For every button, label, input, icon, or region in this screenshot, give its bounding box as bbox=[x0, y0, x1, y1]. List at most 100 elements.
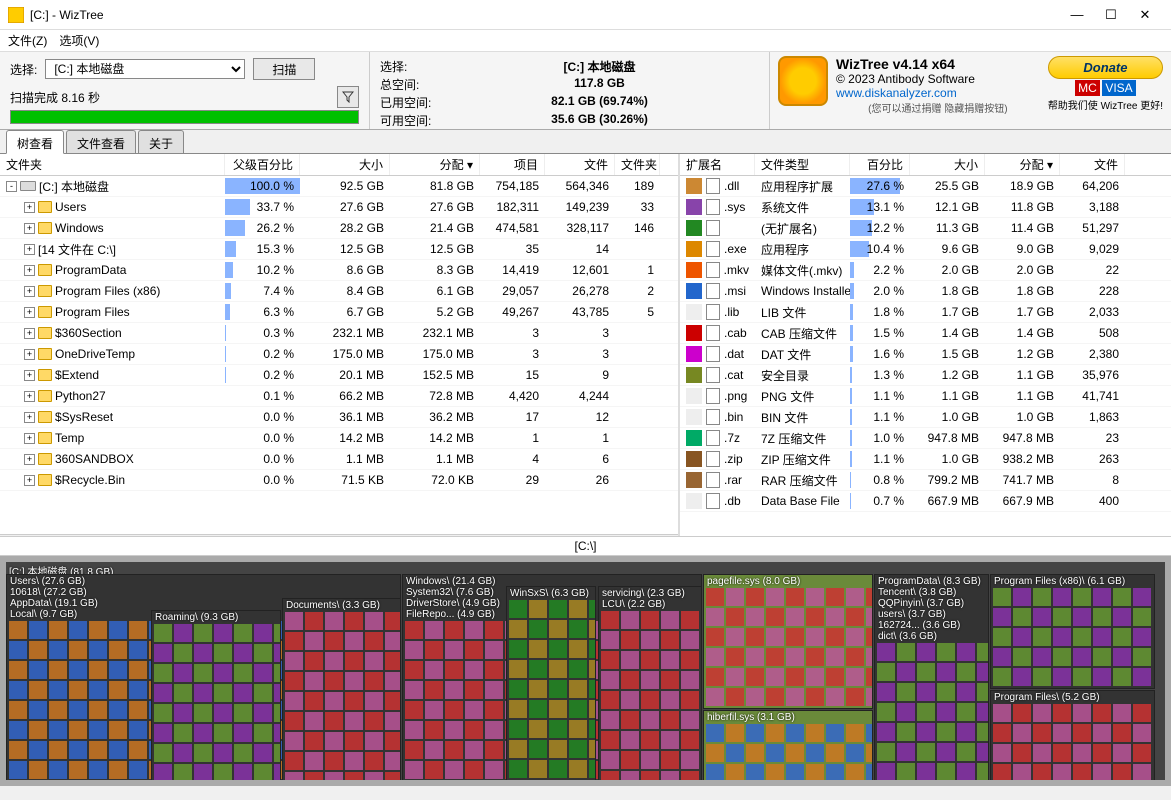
table-row[interactable]: .pngPNG 文件1.1 %1.1 GB1.1 GB41,741 bbox=[680, 386, 1171, 407]
table-row[interactable]: +Windows26.2 %28.2 GB21.4 GB474,581328,1… bbox=[0, 218, 678, 239]
tree-expander[interactable]: + bbox=[24, 307, 35, 318]
table-row[interactable]: (无扩展名)12.2 %11.3 GB11.4 GB51,297 bbox=[680, 218, 1171, 239]
table-row[interactable]: .zipZIP 压缩文件1.1 %1.0 GB938.2 MB263 bbox=[680, 449, 1171, 470]
table-row[interactable]: +Users33.7 %27.6 GB27.6 GB182,311149,239… bbox=[0, 197, 678, 218]
treemap[interactable]: [C:] 本地磁盘 (81.8 GB) Users\ (27.6 GB)1061… bbox=[0, 556, 1171, 786]
cell-files: 35,976 bbox=[1060, 367, 1125, 383]
tree-expander[interactable]: + bbox=[24, 349, 35, 360]
col-ext-files[interactable]: 文件 bbox=[1060, 154, 1125, 175]
table-row[interactable]: .dll应用程序扩展27.6 %25.5 GB18.9 GB64,206 bbox=[680, 176, 1171, 197]
tab-file-view[interactable]: 文件查看 bbox=[66, 130, 136, 153]
extension-panel: 扩展名 文件类型 百分比 大小 分配 ▾ 文件 .dll应用程序扩展27.6 %… bbox=[680, 154, 1171, 536]
website-link[interactable]: www.diskanalyzer.com bbox=[836, 86, 1040, 100]
col-files[interactable]: 文件 bbox=[545, 154, 615, 175]
maximize-button[interactable]: ☐ bbox=[1103, 7, 1119, 23]
tree-expander[interactable]: + bbox=[24, 265, 35, 276]
tree-expander[interactable]: + bbox=[24, 433, 35, 444]
col-ext-pct[interactable]: 百分比 bbox=[850, 154, 910, 175]
ext-name: .cat bbox=[724, 368, 743, 382]
close-button[interactable]: ✕ bbox=[1137, 7, 1153, 23]
cell-files: 149,239 bbox=[545, 199, 615, 215]
col-type[interactable]: 文件类型 bbox=[755, 154, 850, 175]
donate-button[interactable]: Donate bbox=[1048, 56, 1163, 79]
percent-bar: 1.0 % bbox=[850, 430, 910, 446]
col-ext-alloc[interactable]: 分配 ▾ bbox=[985, 154, 1060, 175]
cell-size: 1.7 GB bbox=[910, 304, 985, 320]
treemap-block[interactable]: Program Files (x86)\ (6.1 GB) bbox=[990, 574, 1155, 689]
table-row[interactable]: +$360Section0.3 %232.1 MB232.1 MB33 bbox=[0, 323, 678, 344]
tree-expander[interactable]: + bbox=[24, 223, 35, 234]
col-percent[interactable]: 父级百分比 bbox=[225, 154, 300, 175]
treemap-block[interactable]: ProgramData\ (8.3 GB)Tencent\ (3.8 GB)QQ… bbox=[874, 574, 989, 786]
tree-expander[interactable]: + bbox=[24, 202, 35, 213]
table-row[interactable]: +$Recycle.Bin0.0 %71.5 KB72.0 KB2926 bbox=[0, 470, 678, 491]
table-row[interactable]: .binBIN 文件1.1 %1.0 GB1.0 GB1,863 bbox=[680, 407, 1171, 428]
table-row[interactable]: .msiWindows Installe2.0 %1.8 GB1.8 GB228 bbox=[680, 281, 1171, 302]
col-size[interactable]: 大小 bbox=[300, 154, 390, 175]
cell-files: 51,297 bbox=[1060, 220, 1125, 236]
table-row[interactable]: +360SANDBOX0.0 %1.1 MB1.1 MB46 bbox=[0, 449, 678, 470]
scan-button[interactable]: 扫描 bbox=[253, 58, 315, 80]
tree-expander[interactable]: + bbox=[24, 454, 35, 465]
table-row[interactable]: +[14 文件在 C:\]15.3 %12.5 GB12.5 GB3514 bbox=[0, 239, 678, 260]
treemap-block[interactable]: servicing\ (2.3 GB)LCU\ (2.2 GB) bbox=[598, 586, 702, 786]
table-row[interactable]: .exe应用程序10.4 %9.6 GB9.0 GB9,029 bbox=[680, 239, 1171, 260]
treemap-block[interactable]: WinSxS\ (6.3 GB) bbox=[506, 586, 596, 786]
tree-expander[interactable]: + bbox=[24, 370, 35, 381]
cell-size: 8.6 GB bbox=[300, 262, 390, 278]
percent-bar: 2.0 % bbox=[850, 283, 910, 299]
table-row[interactable]: .cabCAB 压缩文件1.5 %1.4 GB1.4 GB508 bbox=[680, 323, 1171, 344]
tree-expander[interactable]: + bbox=[24, 391, 35, 402]
table-row[interactable]: +$Extend0.2 %20.1 MB152.5 MB159 bbox=[0, 365, 678, 386]
menu-file[interactable]: 文件(Z) bbox=[8, 32, 47, 49]
table-row[interactable]: .sys系统文件13.1 %12.1 GB11.8 GB3,188 bbox=[680, 197, 1171, 218]
drive-select[interactable]: [C:] 本地磁盘 bbox=[45, 59, 245, 79]
color-swatch bbox=[686, 388, 702, 404]
col-items[interactable]: 项目 bbox=[480, 154, 545, 175]
treemap-label: Roaming\ (9.3 GB) bbox=[155, 612, 277, 623]
col-ext[interactable]: 扩展名 bbox=[680, 154, 755, 175]
folder-icon bbox=[38, 411, 52, 423]
filter-button[interactable] bbox=[337, 86, 359, 108]
tree-expander[interactable]: + bbox=[24, 475, 35, 486]
table-row[interactable]: +ProgramData10.2 %8.6 GB8.3 GB14,41912,6… bbox=[0, 260, 678, 281]
minimize-button[interactable]: — bbox=[1069, 7, 1085, 23]
table-row[interactable]: -[C:] 本地磁盘100.0 %92.5 GB81.8 GB754,18556… bbox=[0, 176, 678, 197]
treemap-block[interactable]: Program Files\ (5.2 GB) bbox=[990, 690, 1155, 786]
col-alloc[interactable]: 分配 ▾ bbox=[390, 154, 480, 175]
table-row[interactable]: .dbData Base File0.7 %667.9 MB667.9 MB40… bbox=[680, 491, 1171, 512]
treemap-block[interactable]: Roaming\ (9.3 GB) bbox=[151, 610, 281, 786]
table-row[interactable]: .cat安全目录1.3 %1.2 GB1.1 GB35,976 bbox=[680, 365, 1171, 386]
table-row[interactable]: .datDAT 文件1.6 %1.5 GB1.2 GB2,380 bbox=[680, 344, 1171, 365]
table-row[interactable]: +$SysReset0.0 %36.1 MB36.2 MB1712 bbox=[0, 407, 678, 428]
cell-files: 64,206 bbox=[1060, 178, 1125, 194]
tree-expander[interactable]: + bbox=[24, 328, 35, 339]
wiztree-logo-icon bbox=[778, 56, 828, 106]
tree-expander[interactable]: + bbox=[24, 244, 35, 255]
col-folders[interactable]: 文件夹 bbox=[615, 154, 660, 175]
table-row[interactable]: .mkv媒体文件(.mkv)2.2 %2.0 GB2.0 GB22 bbox=[680, 260, 1171, 281]
table-row[interactable]: +OneDriveTemp0.2 %175.0 MB175.0 MB33 bbox=[0, 344, 678, 365]
menu-options[interactable]: 选项(V) bbox=[59, 32, 99, 49]
treemap-block[interactable]: pagefile.sys (8.0 GB) bbox=[703, 574, 873, 709]
tree-expander[interactable]: + bbox=[24, 412, 35, 423]
table-row[interactable]: .rarRAR 压缩文件0.8 %799.2 MB741.7 MB8 bbox=[680, 470, 1171, 491]
file-icon bbox=[706, 283, 720, 299]
cell-files: 43,785 bbox=[545, 304, 615, 320]
col-ext-size[interactable]: 大小 bbox=[910, 154, 985, 175]
table-row[interactable]: .libLIB 文件1.8 %1.7 GB1.7 GB2,033 bbox=[680, 302, 1171, 323]
table-row[interactable]: +Python270.1 %66.2 MB72.8 MB4,4204,244 bbox=[0, 386, 678, 407]
tree-expander[interactable]: + bbox=[24, 286, 35, 297]
tree-expander[interactable]: - bbox=[6, 181, 17, 192]
tab-about[interactable]: 关于 bbox=[138, 130, 184, 153]
table-row[interactable]: +Program Files6.3 %6.7 GB5.2 GB49,26743,… bbox=[0, 302, 678, 323]
table-row[interactable]: +Temp0.0 %14.2 MB14.2 MB11 bbox=[0, 428, 678, 449]
table-row[interactable]: +Program Files (x86)7.4 %8.4 GB6.1 GB29,… bbox=[0, 281, 678, 302]
table-row[interactable]: .7z7Z 压缩文件1.0 %947.8 MB947.8 MB23 bbox=[680, 428, 1171, 449]
tab-tree-view[interactable]: 树查看 bbox=[6, 130, 64, 154]
treemap-block[interactable]: hiberfil.sys (3.1 GB) bbox=[703, 710, 873, 786]
horizontal-scrollbar[interactable]: ◄ ────────────────────────────── ► bbox=[0, 534, 678, 536]
treemap-block[interactable]: Documents\ (3.3 GB) bbox=[282, 598, 401, 786]
file-type: PNG 文件 bbox=[755, 387, 850, 406]
col-folder[interactable]: 文件夹 bbox=[0, 154, 225, 175]
